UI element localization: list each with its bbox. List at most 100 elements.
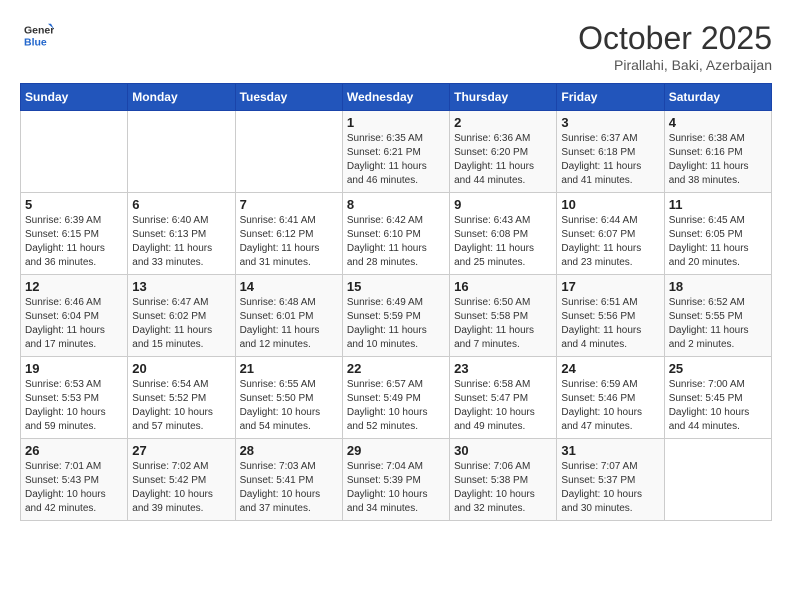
page-header: General Blue October 2025 Pirallahi, Bak…: [20, 20, 772, 73]
calendar-table: SundayMondayTuesdayWednesdayThursdayFrid…: [20, 83, 772, 521]
calendar-day-cell: 21 Sunrise: 6:55 AM Sunset: 5:50 PM Dayli…: [235, 357, 342, 439]
day-number: 28: [240, 443, 338, 458]
calendar-day-cell: 16 Sunrise: 6:50 AM Sunset: 5:58 PM Dayli…: [450, 275, 557, 357]
calendar-day-cell: 9Sunrise: 6:43 AM Sunset: 6:08 PM Daylig…: [450, 193, 557, 275]
day-info: Sunrise: 6:53 AM Sunset: 5:53 PM Dayligh…: [25, 378, 123, 434]
calendar-day-cell: 12Sunrise: 6:46 AM Sunset: 6:04 PM Dayli…: [21, 275, 128, 357]
day-number: 18: [669, 279, 767, 294]
day-number: 22: [347, 361, 445, 376]
day-info: Sunrise: 6:51 AM Sunset: 5:56 PM Dayligh…: [561, 296, 659, 352]
logo: General Blue: [20, 20, 54, 55]
day-number: 14: [240, 279, 338, 294]
calendar-day-cell: 24 Sunrise: 6:59 AM Sunset: 5:46 PM Dayli…: [557, 357, 664, 439]
calendar-day-cell: 23Sunrise: 6:58 AM Sunset: 5:47 PM Dayli…: [450, 357, 557, 439]
calendar-day-cell: 19 Sunrise: 6:53 AM Sunset: 5:53 PM Dayli…: [21, 357, 128, 439]
calendar-day-cell: 29Sunrise: 7:04 AM Sunset: 5:39 PM Dayli…: [342, 439, 449, 521]
svg-text:Blue: Blue: [24, 37, 47, 49]
day-info: Sunrise: 6:47 AM Sunset: 6:02 PM Dayligh…: [132, 296, 230, 352]
day-info: Sunrise: 6:48 AM Sunset: 6:01 PM Dayligh…: [240, 296, 338, 352]
day-number: 3: [561, 115, 659, 130]
day-info: Sunrise: 7:07 AM Sunset: 5:37 PM Dayligh…: [561, 460, 659, 516]
calendar-week-row: 12Sunrise: 6:46 AM Sunset: 6:04 PM Dayli…: [21, 275, 772, 357]
calendar-day-cell: 8 Sunrise: 6:42 AM Sunset: 6:10 PM Daylig…: [342, 193, 449, 275]
calendar-header-row: SundayMondayTuesdayWednesdayThursdayFrid…: [21, 84, 772, 111]
day-number: 13: [132, 279, 230, 294]
location: Pirallahi, Baki, Azerbaijan: [578, 57, 772, 73]
day-info: Sunrise: 7:01 AM Sunset: 5:43 PM Dayligh…: [25, 460, 123, 516]
calendar-day-cell: 5Sunrise: 6:39 AM Sunset: 6:15 PM Daylig…: [21, 193, 128, 275]
calendar-day-cell: 3Sunrise: 6:37 AM Sunset: 6:18 PM Daylig…: [557, 111, 664, 193]
day-number: 25: [669, 361, 767, 376]
day-info: Sunrise: 7:02 AM Sunset: 5:42 PM Dayligh…: [132, 460, 230, 516]
day-number: 10: [561, 197, 659, 212]
day-number: 11: [669, 197, 767, 212]
day-info: Sunrise: 6:38 AM Sunset: 6:16 PM Dayligh…: [669, 132, 767, 188]
day-header: Monday: [128, 84, 235, 111]
day-info: Sunrise: 6:55 AM Sunset: 5:50 PM Dayligh…: [240, 378, 338, 434]
calendar-day-cell: 26 Sunrise: 7:01 AM Sunset: 5:43 PM Dayli…: [21, 439, 128, 521]
day-info: Sunrise: 6:39 AM Sunset: 6:15 PM Dayligh…: [25, 214, 123, 270]
day-number: 24: [561, 361, 659, 376]
day-number: 15: [347, 279, 445, 294]
day-info: Sunrise: 6:54 AM Sunset: 5:52 PM Dayligh…: [132, 378, 230, 434]
day-info: Sunrise: 7:03 AM Sunset: 5:41 PM Dayligh…: [240, 460, 338, 516]
calendar-day-cell: 6 Sunrise: 6:40 AM Sunset: 6:13 PM Daylig…: [128, 193, 235, 275]
calendar-day-cell: [235, 111, 342, 193]
calendar-day-cell: 25 Sunrise: 7:00 AM Sunset: 5:45 PM Dayli…: [664, 357, 771, 439]
day-number: 17: [561, 279, 659, 294]
calendar-day-cell: 22Sunrise: 6:57 AM Sunset: 5:49 PM Dayli…: [342, 357, 449, 439]
calendar-day-cell: 15Sunrise: 6:49 AM Sunset: 5:59 PM Dayli…: [342, 275, 449, 357]
title-block: October 2025 Pirallahi, Baki, Azerbaijan: [578, 20, 772, 73]
day-info: Sunrise: 6:35 AM Sunset: 6:21 PM Dayligh…: [347, 132, 445, 188]
calendar-day-cell: 14 Sunrise: 6:48 AM Sunset: 6:01 PM Dayli…: [235, 275, 342, 357]
day-number: 4: [669, 115, 767, 130]
svg-text:General: General: [24, 25, 54, 37]
day-header: Wednesday: [342, 84, 449, 111]
calendar-week-row: 1 Sunrise: 6:35 AM Sunset: 6:21 PM Daylig…: [21, 111, 772, 193]
logo-icon: General Blue: [24, 20, 54, 50]
day-info: Sunrise: 6:59 AM Sunset: 5:46 PM Dayligh…: [561, 378, 659, 434]
day-number: 20: [132, 361, 230, 376]
calendar-day-cell: 7 Sunrise: 6:41 AM Sunset: 6:12 PM Daylig…: [235, 193, 342, 275]
day-number: 8: [347, 197, 445, 212]
day-info: Sunrise: 6:52 AM Sunset: 5:55 PM Dayligh…: [669, 296, 767, 352]
day-number: 21: [240, 361, 338, 376]
day-number: 1: [347, 115, 445, 130]
day-info: Sunrise: 6:58 AM Sunset: 5:47 PM Dayligh…: [454, 378, 552, 434]
day-info: Sunrise: 6:41 AM Sunset: 6:12 PM Dayligh…: [240, 214, 338, 270]
day-number: 27: [132, 443, 230, 458]
day-number: 30: [454, 443, 552, 458]
day-number: 31: [561, 443, 659, 458]
day-info: Sunrise: 6:50 AM Sunset: 5:58 PM Dayligh…: [454, 296, 552, 352]
month-title: October 2025: [578, 20, 772, 57]
calendar-day-cell: [664, 439, 771, 521]
calendar-day-cell: 10 Sunrise: 6:44 AM Sunset: 6:07 PM Dayli…: [557, 193, 664, 275]
day-number: 6: [132, 197, 230, 212]
day-info: Sunrise: 6:46 AM Sunset: 6:04 PM Dayligh…: [25, 296, 123, 352]
calendar-day-cell: [128, 111, 235, 193]
day-number: 19: [25, 361, 123, 376]
calendar-day-cell: 13 Sunrise: 6:47 AM Sunset: 6:02 PM Dayli…: [128, 275, 235, 357]
calendar-week-row: 26 Sunrise: 7:01 AM Sunset: 5:43 PM Dayli…: [21, 439, 772, 521]
calendar-week-row: 19 Sunrise: 6:53 AM Sunset: 5:53 PM Dayli…: [21, 357, 772, 439]
calendar-day-cell: 28 Sunrise: 7:03 AM Sunset: 5:41 PM Dayli…: [235, 439, 342, 521]
calendar-day-cell: 30 Sunrise: 7:06 AM Sunset: 5:38 PM Dayli…: [450, 439, 557, 521]
day-number: 26: [25, 443, 123, 458]
day-info: Sunrise: 7:04 AM Sunset: 5:39 PM Dayligh…: [347, 460, 445, 516]
day-info: Sunrise: 7:00 AM Sunset: 5:45 PM Dayligh…: [669, 378, 767, 434]
calendar-day-cell: 11 Sunrise: 6:45 AM Sunset: 6:05 PM Dayli…: [664, 193, 771, 275]
day-info: Sunrise: 6:45 AM Sunset: 6:05 PM Dayligh…: [669, 214, 767, 270]
day-number: 16: [454, 279, 552, 294]
calendar-day-cell: 2Sunrise: 6:36 AM Sunset: 6:20 PM Daylig…: [450, 111, 557, 193]
day-info: Sunrise: 6:42 AM Sunset: 6:10 PM Dayligh…: [347, 214, 445, 270]
day-header: Friday: [557, 84, 664, 111]
day-info: Sunrise: 7:06 AM Sunset: 5:38 PM Dayligh…: [454, 460, 552, 516]
day-info: Sunrise: 6:44 AM Sunset: 6:07 PM Dayligh…: [561, 214, 659, 270]
day-header: Sunday: [21, 84, 128, 111]
day-info: Sunrise: 6:40 AM Sunset: 6:13 PM Dayligh…: [132, 214, 230, 270]
calendar-day-cell: 1 Sunrise: 6:35 AM Sunset: 6:21 PM Daylig…: [342, 111, 449, 193]
day-number: 7: [240, 197, 338, 212]
calendar-day-cell: 20 Sunrise: 6:54 AM Sunset: 5:52 PM Dayli…: [128, 357, 235, 439]
calendar-day-cell: 4 Sunrise: 6:38 AM Sunset: 6:16 PM Daylig…: [664, 111, 771, 193]
calendar-day-cell: 17 Sunrise: 6:51 AM Sunset: 5:56 PM Dayli…: [557, 275, 664, 357]
